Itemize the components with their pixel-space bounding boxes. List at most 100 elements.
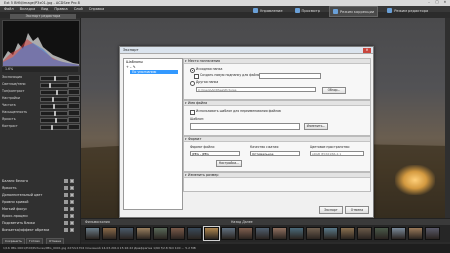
tone-slider[interactable] [40, 90, 68, 95]
colorspace-label: Цветовое пространство: [310, 145, 350, 149]
browse-button[interactable]: Обзор... [322, 87, 346, 94]
radio-other-folder-label: Другая папка [196, 80, 219, 84]
dialog-close-button[interactable]: ✕ [363, 48, 371, 53]
contrast-value[interactable] [68, 124, 80, 130]
menu-help[interactable]: Справка [89, 6, 104, 12]
settings-value[interactable] [68, 96, 80, 102]
panel-title: Экспорт редактора [10, 14, 76, 19]
export-button[interactable]: Экспорт [319, 206, 343, 214]
group-format: Формат Формат файла: JPEG - JPEG Качеств… [183, 136, 371, 172]
filmstrip-thumbnail[interactable] [425, 227, 440, 240]
menu-layer[interactable]: Слой [74, 6, 83, 12]
tone-value[interactable] [68, 89, 80, 95]
subfolder-input[interactable] [259, 73, 321, 79]
cancel-button[interactable]: Отмена [345, 206, 369, 214]
format-select[interactable]: JPEG - JPEG [190, 151, 240, 156]
group-destination-header[interactable]: Место назначения [184, 59, 370, 64]
group-filename-header[interactable]: Имя файла [184, 101, 370, 106]
histogram [2, 20, 80, 67]
menu-file[interactable]: Файл [4, 6, 14, 12]
checkbox-subfolder[interactable] [194, 74, 199, 79]
saturation-slider[interactable] [40, 111, 68, 116]
clarity-slider[interactable] [40, 104, 68, 109]
quality-label: Качество сжатия: [250, 145, 280, 149]
exposure-value[interactable] [68, 75, 80, 81]
section-highlights[interactable]: Подсветить блики [2, 220, 78, 226]
format-settings-button[interactable]: Настройки... [216, 160, 242, 167]
viewer-scrollbar[interactable] [445, 18, 450, 218]
section-white-balance[interactable]: Баланс белого [2, 178, 78, 184]
template-input[interactable] [190, 123, 300, 130]
row-label-settings: Настройки [2, 96, 21, 100]
clarity-value[interactable] [68, 103, 80, 109]
row-label-contrast: Контраст [2, 124, 18, 128]
menu-view[interactable]: Вид [41, 6, 48, 12]
section-soft-focus[interactable]: Мягкий фокус [2, 206, 78, 212]
template-edit-button[interactable]: Изменить... [304, 123, 328, 130]
filmstrip-thumbnail[interactable] [221, 227, 236, 240]
filmstrip-thumbnail[interactable] [306, 227, 321, 240]
mode-manage[interactable]: Управление [250, 6, 286, 15]
section-brightness[interactable]: Яркость [2, 185, 78, 191]
tree-item-default[interactable]: По умолчанию [130, 70, 178, 74]
row-label-brightness: Яркость [2, 117, 16, 121]
filmstrip-thumbnail[interactable] [102, 227, 117, 240]
filmstrip-thumbnail[interactable] [340, 227, 355, 240]
filmstrip-thumbnail[interactable] [187, 227, 202, 240]
radio-source-folder[interactable] [190, 68, 195, 73]
filmstrip-thumbnail[interactable] [153, 227, 168, 240]
highlights-value[interactable] [68, 82, 80, 88]
close-window-button[interactable]: ✕ [442, 0, 448, 5]
exposure-slider[interactable] [40, 76, 68, 81]
histogram-graph [3, 33, 79, 66]
filmstrip-thumbnail[interactable] [272, 227, 287, 240]
group-resize-header[interactable]: Изменить размер [184, 173, 370, 178]
adjust-rows: Экспозиция Светлые/тени Тон/контраст Нас… [0, 74, 80, 134]
row-label-tone: Тон/контраст [2, 89, 25, 93]
radio-other-folder[interactable] [190, 81, 195, 86]
mode-edit[interactable]: Режим редактора [384, 6, 431, 15]
row-label-highlights: Светлые/тени [2, 82, 26, 86]
filmstrip-thumbnail[interactable] [170, 227, 185, 240]
filmstrip-thumbnail[interactable] [391, 227, 406, 240]
brightness-slider[interactable] [40, 118, 68, 123]
filmstrip-thumbnail[interactable] [203, 226, 220, 241]
menu-edit[interactable]: Правка [54, 6, 67, 12]
filmstrip-thumbnail[interactable] [255, 227, 270, 240]
filmstrip-thumbnail[interactable] [289, 227, 304, 240]
filmstrip-thumbnail[interactable] [85, 227, 100, 240]
section-vignette[interactable]: Виньетка/эффект обрезки [2, 227, 78, 233]
filmstrip-thumbnail[interactable] [408, 227, 423, 240]
filmstrip-thumbnail[interactable] [374, 227, 389, 240]
settings-slider[interactable] [40, 97, 68, 102]
contrast-slider[interactable] [40, 125, 68, 130]
menu-tab[interactable]: Вкладка [20, 6, 36, 12]
section-curves[interactable]: Уровни кривой [2, 199, 78, 205]
section-cross-process[interactable]: Кросс-процесс [2, 213, 78, 219]
filmstrip-thumbnail[interactable] [357, 227, 372, 240]
highlights-slider[interactable] [40, 83, 68, 88]
section-extra-color[interactable]: Дополнительный цвет [2, 192, 78, 198]
quality-select[interactable]: Оптимальное [250, 151, 300, 156]
manage-icon [253, 8, 258, 13]
filmstrip-thumbnail[interactable] [119, 227, 134, 240]
maximize-button[interactable]: □ [434, 0, 440, 5]
filmstrip-thumbnail[interactable] [136, 227, 151, 240]
radio-source-folder-label: Исходная папка [196, 67, 223, 71]
status-text: 1/16 IMG 0001/Edit/Pictures/IMG_0001.jpg… [3, 246, 196, 250]
sun-glow [395, 165, 435, 195]
saturation-value[interactable] [68, 110, 80, 116]
checkbox-rename-template[interactable] [190, 110, 195, 115]
path-input[interactable]: C:\Users\ACDSee\Pictures [196, 87, 316, 92]
filmstrip-thumbnail[interactable] [238, 227, 253, 240]
brightness-value[interactable] [68, 117, 80, 123]
minimize-button[interactable]: – [426, 0, 432, 5]
mode-view[interactable]: Просмотр [292, 6, 323, 15]
mode-develop[interactable]: Режим коррекции [329, 6, 379, 17]
filmstrip-thumbnail[interactable] [323, 227, 338, 240]
colorspace-select[interactable]: sRGB IEC61966-2.1 [310, 151, 364, 156]
template-label: Шаблон: [190, 117, 205, 121]
group-format-header[interactable]: Формат [184, 137, 370, 142]
dialog-titlebar: Экспорт [120, 47, 373, 54]
status-bar: 1/16 IMG 0001/Edit/Pictures/IMG_0001.jpg… [0, 244, 450, 253]
